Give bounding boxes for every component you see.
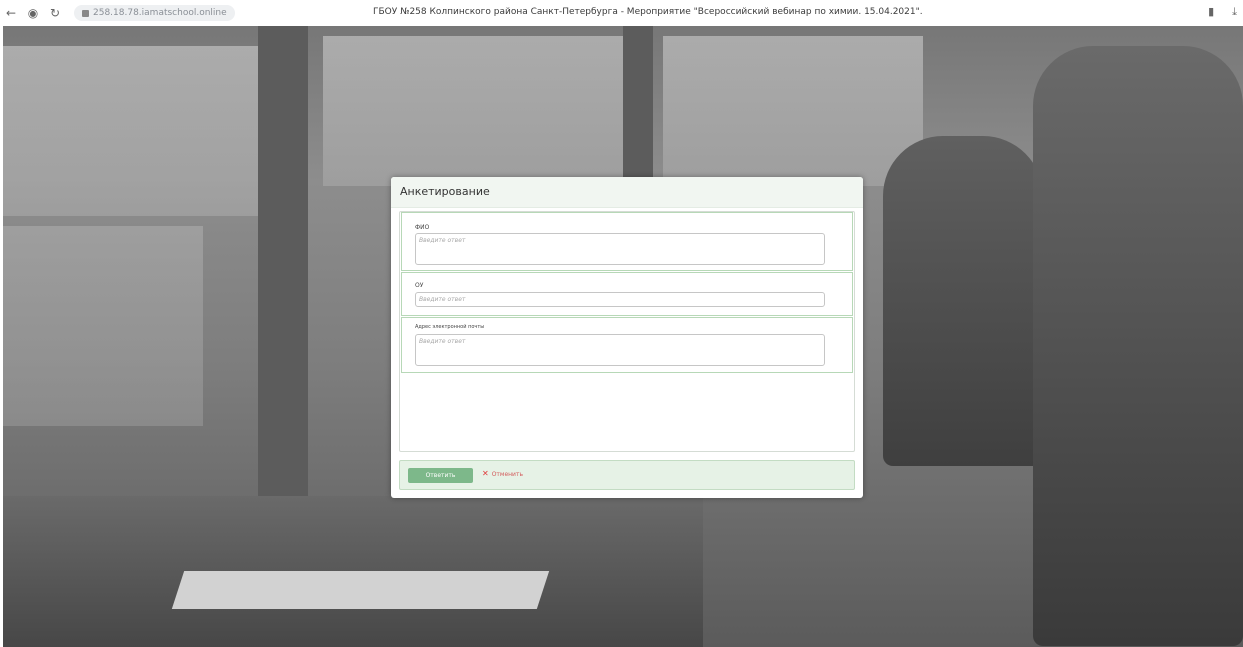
cancel-button[interactable]: ✕ Отменить	[482, 470, 523, 478]
address-bar[interactable]: 258.18.78.iamatschool.online	[74, 5, 235, 21]
background-window	[3, 46, 263, 216]
page-title: ГБОУ №258 Колпинского района Санкт-Петер…	[373, 7, 923, 17]
background-window	[323, 36, 623, 186]
background-window	[3, 226, 203, 426]
question-fio: ФИО	[401, 212, 853, 271]
submit-button[interactable]: Ответить	[408, 468, 473, 483]
ou-field[interactable]	[415, 292, 825, 307]
background-window	[663, 36, 923, 186]
cancel-label: Отменить	[491, 470, 523, 478]
question-ou: ОУ	[401, 272, 853, 316]
modal-header: Анкетирование	[391, 177, 863, 208]
modal-title: Анкетирование	[400, 185, 490, 198]
question-label: ФИО	[415, 224, 430, 231]
modal-footer: Ответить ✕ Отменить	[399, 460, 855, 490]
url-text: 258.18.78.iamatschool.online	[93, 8, 227, 18]
background-chair	[1033, 46, 1243, 646]
close-icon: ✕	[482, 469, 489, 478]
back-arrow-icon[interactable]: ←	[0, 6, 22, 20]
bookmark-icon[interactable]: ▮	[1208, 5, 1214, 19]
fio-field[interactable]	[415, 233, 825, 265]
background-chair	[883, 136, 1043, 466]
question-label: ОУ	[415, 282, 424, 289]
email-field[interactable]	[415, 334, 825, 366]
background-pillar	[258, 26, 308, 496]
download-icon[interactable]: ⤓	[1232, 5, 1237, 19]
modal-body: ФИО ОУ Адрес электронной почты	[399, 211, 855, 452]
extension-icon[interactable]: ◉	[22, 6, 44, 20]
question-email: Адрес электронной почты	[401, 317, 853, 373]
browser-toolbar: ← ◉ ↻ 258.18.78.iamatschool.online ГБОУ …	[0, 0, 1243, 26]
question-label: Адрес электронной почты	[415, 324, 485, 330]
reload-icon[interactable]: ↻	[44, 6, 66, 20]
survey-modal: Анкетирование ФИО ОУ Адрес электронной п…	[391, 177, 863, 498]
lock-icon	[82, 9, 89, 17]
background-paper	[171, 571, 550, 609]
